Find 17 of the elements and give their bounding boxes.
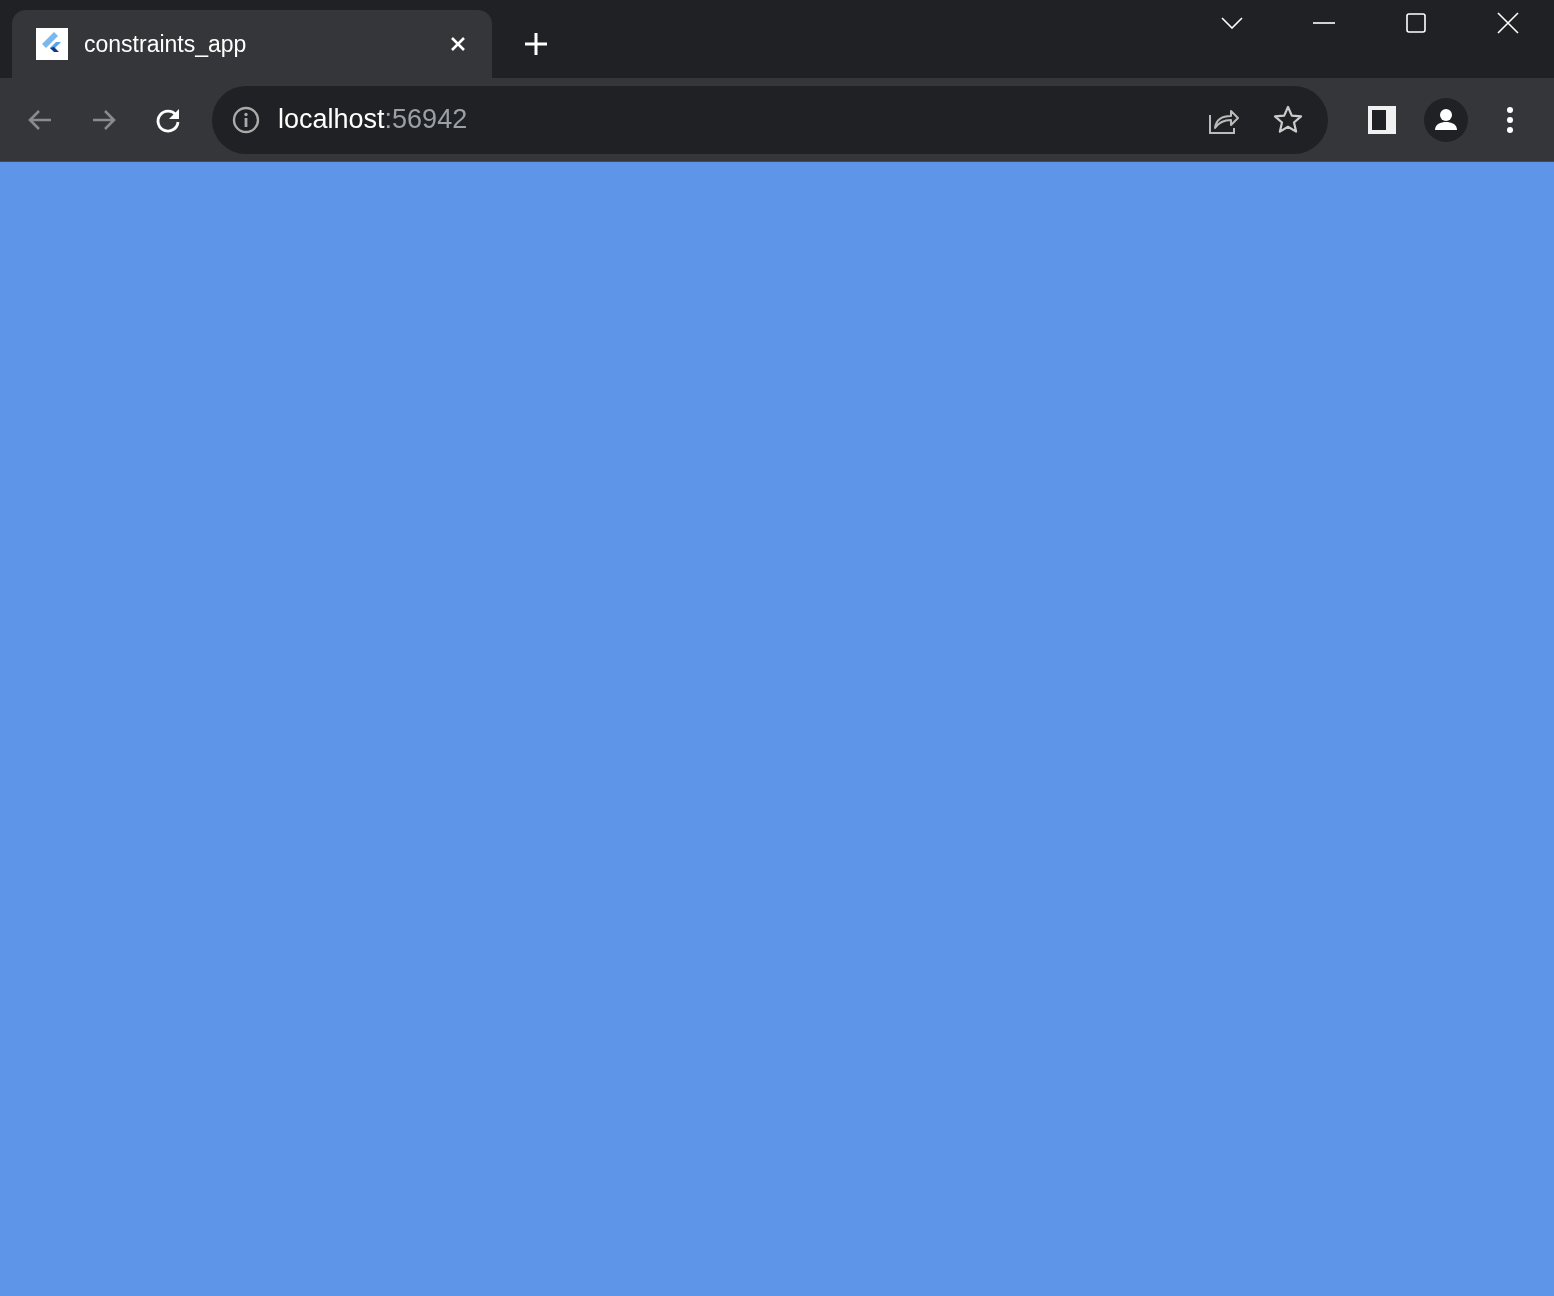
favicon-icon bbox=[36, 28, 68, 60]
info-icon bbox=[232, 105, 260, 134]
chevron-down-icon bbox=[1221, 17, 1243, 29]
maximize-icon bbox=[1406, 13, 1426, 33]
profile-button[interactable] bbox=[1422, 95, 1470, 144]
browser-tab[interactable]: constraints_app bbox=[12, 10, 492, 78]
plus-icon bbox=[523, 31, 549, 57]
close-icon bbox=[1497, 12, 1519, 34]
url-text: localhost:56942 bbox=[278, 104, 468, 135]
side-panel-icon bbox=[1368, 105, 1396, 134]
person-icon bbox=[1424, 97, 1468, 142]
vertical-dots-icon bbox=[1506, 105, 1514, 134]
star-icon bbox=[1273, 104, 1303, 135]
minimize-icon bbox=[1313, 21, 1335, 25]
close-icon bbox=[450, 36, 466, 52]
address-bar[interactable]: localhost:56942 bbox=[212, 85, 1328, 154]
tab-title: constraints_app bbox=[84, 30, 247, 58]
